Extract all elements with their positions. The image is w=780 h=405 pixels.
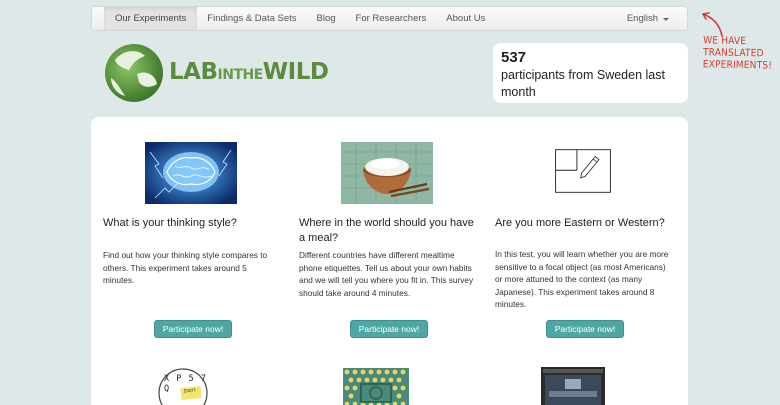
note-line: EXPERIMENTS! (702, 59, 773, 72)
top-navigation: Our Experiments Findings & Data Sets Blo… (91, 6, 688, 31)
screen-icon (541, 367, 605, 405)
experiment-description: Different countries have different mealt… (299, 250, 474, 298)
logo-wordmark: LABINTHEWILD (169, 59, 329, 85)
participants-stats-box: 537 participants from Sweden last month (493, 43, 688, 103)
experiment-title[interactable]: Where in the world should you have a mea… (299, 216, 474, 246)
nav-blog[interactable]: Blog (307, 7, 346, 30)
nav-about-us[interactable]: About Us (436, 7, 495, 30)
experiment-title[interactable]: What is your thinking style? (103, 216, 278, 231)
screen-experiment-thumbnail[interactable] (541, 367, 605, 405)
logo-text-the: THE (233, 67, 263, 83)
logo-text-lab: LAB (169, 59, 218, 85)
participate-button-eastern-western[interactable]: Participate now! (546, 320, 624, 338)
sticky-note-text: Don't (183, 387, 196, 395)
experiment-card-eastern-western: Are you more Eastern or Western? In this… (495, 142, 670, 311)
letters-experiment-thumbnail[interactable]: X P 5 7 Q Don't (155, 367, 211, 405)
brain-icon[interactable] (144, 142, 237, 204)
logo-text-wild: WILD (262, 59, 329, 85)
language-label: English (626, 13, 658, 24)
translated-experiments-note: WE HAVE TRANSLATED EXPERIMENTS! (703, 35, 780, 72)
participate-button-meal[interactable]: Participate now! (350, 320, 428, 338)
caret-down-icon (663, 17, 669, 21)
dot-pattern-icon (343, 368, 409, 405)
labinthewild-logo[interactable]: LABINTHEWILD (103, 40, 363, 108)
experiments-panel: What is your thinking style? Find out ho… (91, 117, 688, 405)
frame-pencil-icon[interactable] (548, 142, 618, 200)
nav-findings-data-sets[interactable]: Findings & Data Sets (197, 7, 306, 30)
experiment-description: In this test, you will learn whether you… (495, 249, 669, 309)
nav-our-experiments[interactable]: Our Experiments (104, 7, 198, 30)
experiment-description: Find out how your thinking style compare… (103, 250, 268, 285)
rice-bowl-icon[interactable] (340, 142, 433, 204)
experiment-card-thinking-style: What is your thinking style? Find out ho… (103, 142, 278, 287)
participants-description: participants from Sweden last month (501, 68, 665, 99)
experiment-title[interactable]: Are you more Eastern or Western? (495, 216, 670, 231)
arrow-icon (702, 12, 723, 37)
pattern-experiment-thumbnail[interactable] (343, 368, 409, 405)
nav-for-researchers[interactable]: For Researchers (346, 7, 437, 30)
language-dropdown[interactable]: English (627, 7, 669, 30)
experiment-card-meal: Where in the world should you have a mea… (299, 142, 474, 299)
participants-count: 537 (501, 49, 527, 66)
globe-icon (105, 44, 163, 102)
logo-text-in: IN (217, 67, 234, 83)
participate-button-thinking-style[interactable]: Participate now! (154, 320, 232, 338)
